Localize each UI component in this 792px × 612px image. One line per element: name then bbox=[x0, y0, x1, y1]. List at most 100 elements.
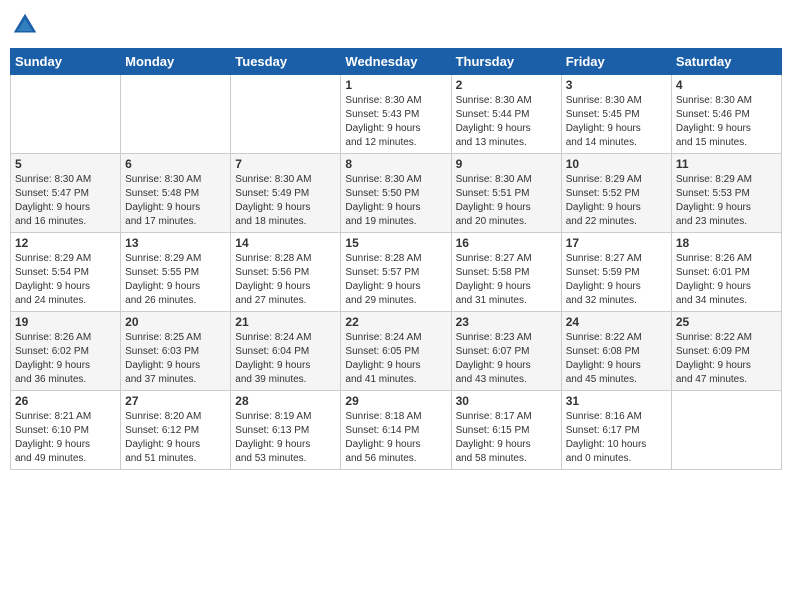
day-info: Sunrise: 8:29 AM Sunset: 5:53 PM Dayligh… bbox=[676, 173, 777, 229]
day-info: Sunrise: 8:19 AM Sunset: 6:13 PM Dayligh… bbox=[235, 410, 336, 466]
day-info: Sunrise: 8:28 AM Sunset: 5:56 PM Dayligh… bbox=[235, 252, 336, 308]
weekday-header-tuesday: Tuesday bbox=[231, 49, 341, 75]
day-info: Sunrise: 8:30 AM Sunset: 5:44 PM Dayligh… bbox=[456, 94, 557, 150]
weekday-header-row: SundayMondayTuesdayWednesdayThursdayFrid… bbox=[11, 49, 782, 75]
day-number: 17 bbox=[566, 236, 667, 250]
day-number: 27 bbox=[125, 394, 226, 408]
day-number: 20 bbox=[125, 315, 226, 329]
week-row-2: 12 Sunrise: 8:29 AM Sunset: 5:54 PM Dayli… bbox=[11, 233, 782, 312]
day-info: Sunrise: 8:30 AM Sunset: 5:43 PM Dayligh… bbox=[345, 94, 446, 150]
day-number: 31 bbox=[566, 394, 667, 408]
day-number: 2 bbox=[456, 78, 557, 92]
weekday-header-monday: Monday bbox=[121, 49, 231, 75]
day-number: 29 bbox=[345, 394, 446, 408]
day-info: Sunrise: 8:30 AM Sunset: 5:51 PM Dayligh… bbox=[456, 173, 557, 229]
day-number: 25 bbox=[676, 315, 777, 329]
weekday-header-friday: Friday bbox=[561, 49, 671, 75]
calendar-cell: 18 Sunrise: 8:26 AM Sunset: 6:01 PM Dayli… bbox=[671, 233, 781, 312]
week-row-0: 1 Sunrise: 8:30 AM Sunset: 5:43 PM Daylig… bbox=[11, 75, 782, 154]
day-info: Sunrise: 8:21 AM Sunset: 6:10 PM Dayligh… bbox=[15, 410, 116, 466]
day-number: 12 bbox=[15, 236, 116, 250]
day-info: Sunrise: 8:28 AM Sunset: 5:57 PM Dayligh… bbox=[345, 252, 446, 308]
calendar-cell: 6Sunrise: 8:30 AM Sunset: 5:48 PM Daylig… bbox=[121, 154, 231, 233]
day-number: 21 bbox=[235, 315, 336, 329]
calendar-cell: 26 Sunrise: 8:21 AM Sunset: 6:10 PM Dayli… bbox=[11, 391, 121, 470]
day-number: 1 bbox=[345, 78, 446, 92]
day-info: Sunrise: 8:30 AM Sunset: 5:50 PM Dayligh… bbox=[345, 173, 446, 229]
calendar-cell bbox=[11, 75, 121, 154]
day-info: Sunrise: 8:17 AM Sunset: 6:15 PM Dayligh… bbox=[456, 410, 557, 466]
day-info: Sunrise: 8:26 AM Sunset: 6:01 PM Dayligh… bbox=[676, 252, 777, 308]
day-number: 23 bbox=[456, 315, 557, 329]
day-info: Sunrise: 8:26 AM Sunset: 6:02 PM Dayligh… bbox=[15, 331, 116, 387]
calendar-cell: 31 Sunrise: 8:16 AM Sunset: 6:17 PM Dayli… bbox=[561, 391, 671, 470]
day-info: Sunrise: 8:30 AM Sunset: 5:45 PM Dayligh… bbox=[566, 94, 667, 150]
day-number: 13 bbox=[125, 236, 226, 250]
day-number: 19 bbox=[15, 315, 116, 329]
day-number: 3 bbox=[566, 78, 667, 92]
day-number: 24 bbox=[566, 315, 667, 329]
calendar-cell: 20 Sunrise: 8:25 AM Sunset: 6:03 PM Dayli… bbox=[121, 312, 231, 391]
day-number: 7 bbox=[235, 157, 336, 171]
calendar-cell: 8 Sunrise: 8:30 AM Sunset: 5:50 PM Daylig… bbox=[341, 154, 451, 233]
calendar-cell: 5 Sunrise: 8:30 AM Sunset: 5:47 PM Daylig… bbox=[11, 154, 121, 233]
day-info: Sunrise: 8:25 AM Sunset: 6:03 PM Dayligh… bbox=[125, 331, 226, 387]
day-info: Sunrise: 8:24 AM Sunset: 6:05 PM Dayligh… bbox=[345, 331, 446, 387]
day-info: Sunrise: 8:27 AM Sunset: 5:58 PM Dayligh… bbox=[456, 252, 557, 308]
day-number: 30 bbox=[456, 394, 557, 408]
calendar-cell: 12 Sunrise: 8:29 AM Sunset: 5:54 PM Dayli… bbox=[11, 233, 121, 312]
calendar-cell: 28 Sunrise: 8:19 AM Sunset: 6:13 PM Dayli… bbox=[231, 391, 341, 470]
day-number: 26 bbox=[15, 394, 116, 408]
day-number: 4 bbox=[676, 78, 777, 92]
calendar-cell: 21Sunrise: 8:24 AM Sunset: 6:04 PM Dayli… bbox=[231, 312, 341, 391]
calendar-cell: 1 Sunrise: 8:30 AM Sunset: 5:43 PM Daylig… bbox=[341, 75, 451, 154]
day-info: Sunrise: 8:30 AM Sunset: 5:48 PM Dayligh… bbox=[125, 173, 226, 229]
weekday-header-saturday: Saturday bbox=[671, 49, 781, 75]
calendar-cell: 15 Sunrise: 8:28 AM Sunset: 5:57 PM Dayli… bbox=[341, 233, 451, 312]
calendar-cell: 9 Sunrise: 8:30 AM Sunset: 5:51 PM Daylig… bbox=[451, 154, 561, 233]
day-info: Sunrise: 8:29 AM Sunset: 5:54 PM Dayligh… bbox=[15, 252, 116, 308]
calendar-cell: 23Sunrise: 8:23 AM Sunset: 6:07 PM Dayli… bbox=[451, 312, 561, 391]
day-number: 16 bbox=[456, 236, 557, 250]
calendar-cell: 2 Sunrise: 8:30 AM Sunset: 5:44 PM Daylig… bbox=[451, 75, 561, 154]
calendar-cell: 27 Sunrise: 8:20 AM Sunset: 6:12 PM Dayli… bbox=[121, 391, 231, 470]
calendar-cell bbox=[671, 391, 781, 470]
day-number: 14 bbox=[235, 236, 336, 250]
day-info: Sunrise: 8:27 AM Sunset: 5:59 PM Dayligh… bbox=[566, 252, 667, 308]
day-info: Sunrise: 8:22 AM Sunset: 6:08 PM Dayligh… bbox=[566, 331, 667, 387]
calendar-cell: 24 Sunrise: 8:22 AM Sunset: 6:08 PM Dayli… bbox=[561, 312, 671, 391]
day-info: Sunrise: 8:30 AM Sunset: 5:47 PM Dayligh… bbox=[15, 173, 116, 229]
weekday-header-thursday: Thursday bbox=[451, 49, 561, 75]
header bbox=[10, 10, 782, 40]
day-number: 9 bbox=[456, 157, 557, 171]
day-number: 15 bbox=[345, 236, 446, 250]
day-info: Sunrise: 8:30 AM Sunset: 5:46 PM Dayligh… bbox=[676, 94, 777, 150]
week-row-3: 19 Sunrise: 8:26 AM Sunset: 6:02 PM Dayli… bbox=[11, 312, 782, 391]
calendar-cell: 4 Sunrise: 8:30 AM Sunset: 5:46 PM Daylig… bbox=[671, 75, 781, 154]
calendar-cell: 29 Sunrise: 8:18 AM Sunset: 6:14 PM Dayli… bbox=[341, 391, 451, 470]
day-number: 8 bbox=[345, 157, 446, 171]
day-number: 28 bbox=[235, 394, 336, 408]
logo bbox=[10, 10, 44, 40]
day-info: Sunrise: 8:18 AM Sunset: 6:14 PM Dayligh… bbox=[345, 410, 446, 466]
calendar-cell: 14 Sunrise: 8:28 AM Sunset: 5:56 PM Dayli… bbox=[231, 233, 341, 312]
day-info: Sunrise: 8:16 AM Sunset: 6:17 PM Dayligh… bbox=[566, 410, 667, 466]
calendar-cell: 22 Sunrise: 8:24 AM Sunset: 6:05 PM Dayli… bbox=[341, 312, 451, 391]
day-number: 5 bbox=[15, 157, 116, 171]
day-info: Sunrise: 8:20 AM Sunset: 6:12 PM Dayligh… bbox=[125, 410, 226, 466]
calendar-table: SundayMondayTuesdayWednesdayThursdayFrid… bbox=[10, 48, 782, 470]
day-number: 18 bbox=[676, 236, 777, 250]
day-number: 10 bbox=[566, 157, 667, 171]
day-info: Sunrise: 8:29 AM Sunset: 5:52 PM Dayligh… bbox=[566, 173, 667, 229]
calendar-cell: 30 Sunrise: 8:17 AM Sunset: 6:15 PM Dayli… bbox=[451, 391, 561, 470]
calendar-cell: 7 Sunrise: 8:30 AM Sunset: 5:49 PM Daylig… bbox=[231, 154, 341, 233]
day-info: Sunrise: 8:30 AM Sunset: 5:49 PM Dayligh… bbox=[235, 173, 336, 229]
day-number: 11 bbox=[676, 157, 777, 171]
day-info: Sunrise: 8:29 AM Sunset: 5:55 PM Dayligh… bbox=[125, 252, 226, 308]
calendar-cell bbox=[231, 75, 341, 154]
day-info: Sunrise: 8:22 AM Sunset: 6:09 PM Dayligh… bbox=[676, 331, 777, 387]
week-row-4: 26 Sunrise: 8:21 AM Sunset: 6:10 PM Dayli… bbox=[11, 391, 782, 470]
calendar-cell: 11 Sunrise: 8:29 AM Sunset: 5:53 PM Dayli… bbox=[671, 154, 781, 233]
weekday-header-sunday: Sunday bbox=[11, 49, 121, 75]
day-number: 22 bbox=[345, 315, 446, 329]
